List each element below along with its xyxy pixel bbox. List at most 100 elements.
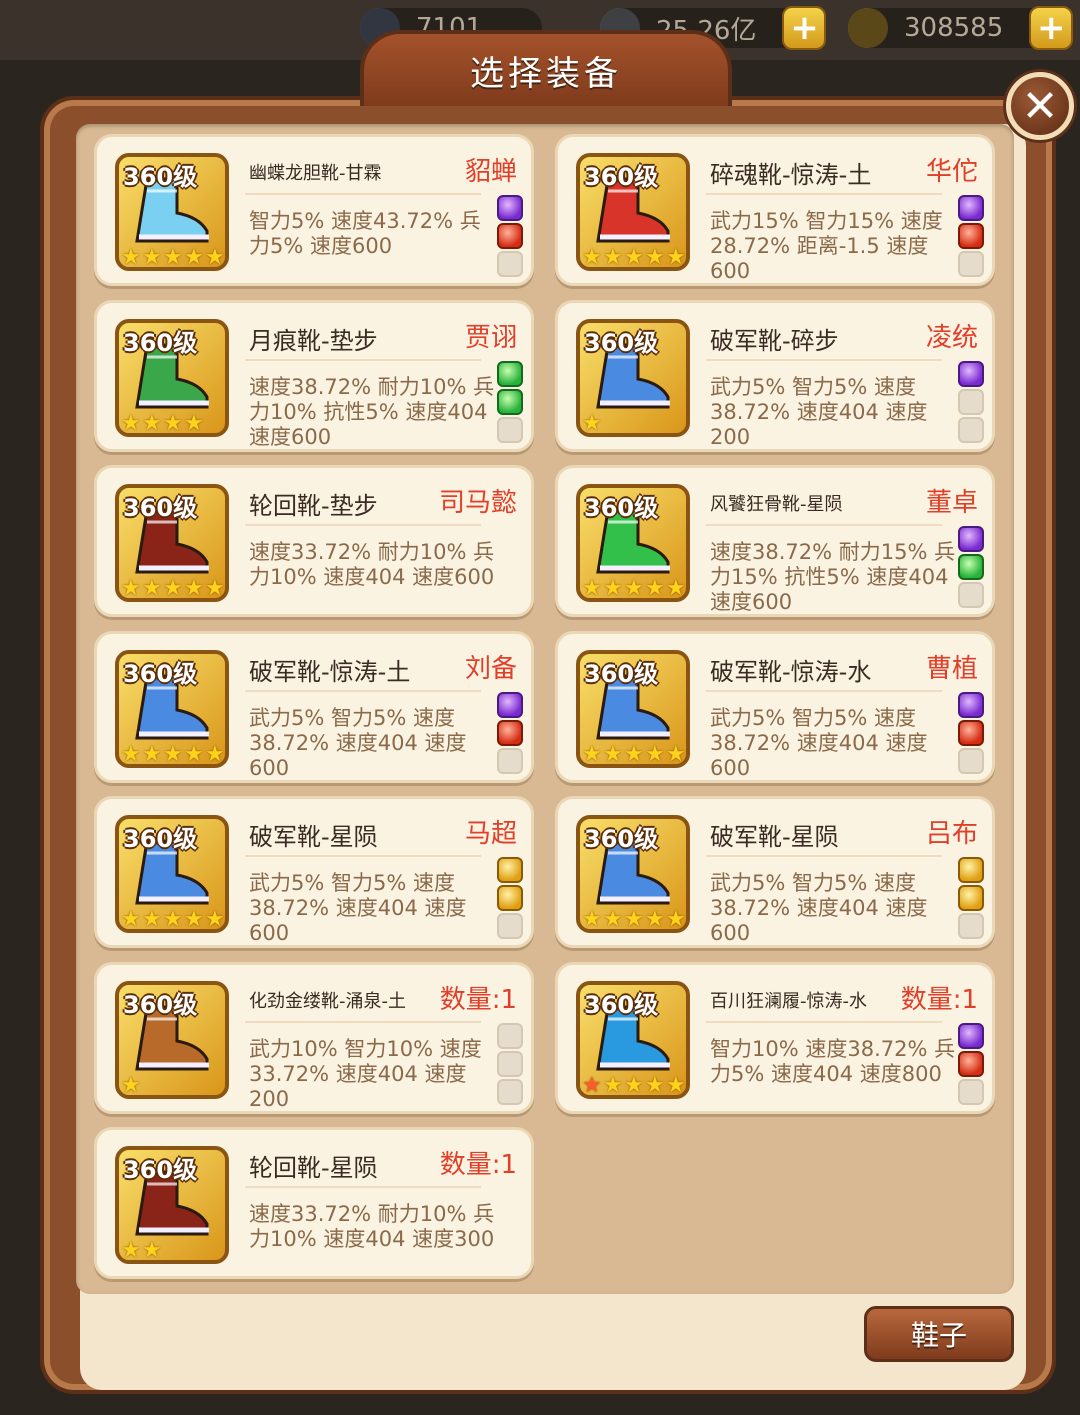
divider bbox=[245, 1021, 481, 1023]
equipment-attributes: 武力5% 智力5% 速度38.72% 速度404 速度600 bbox=[710, 871, 928, 945]
star-icon: ★ bbox=[205, 576, 225, 601]
level-badge: 360级 bbox=[584, 825, 659, 853]
equipment-attributes: 智力5% 速度43.72% 兵力5% 速度600 bbox=[249, 209, 481, 258]
equipped-by-label: 董卓 bbox=[925, 488, 978, 518]
add-gold-button[interactable]: + bbox=[1029, 6, 1074, 50]
equipment-card[interactable]: 360级 ★★★★★ 月痕靴-垫步 贾诩速度38.72% 耐力10% 兵力10% 抗性… bbox=[94, 300, 534, 452]
equipment-card[interactable]: 360级 ★ ★ ★ ★ ★ 轮回靴-垫步 司马懿 速度33.72% 耐力10% 兵力10% 速… bbox=[94, 465, 534, 617]
star-rating: ★★★★★ bbox=[121, 1075, 227, 1097]
equipped-by-label: 刘备 bbox=[464, 654, 517, 684]
equipped-by-label: 马超 bbox=[464, 819, 517, 849]
gem-slots bbox=[497, 195, 525, 279]
star-icon: ★ bbox=[645, 742, 665, 767]
divider bbox=[706, 1021, 942, 1023]
equipment-card[interactable]: 360级 ★ ★ ★ ★ ★ 碎魂靴-惊涛-土 华佗 武力15% 智力15% 速度28.72% … bbox=[555, 134, 995, 286]
star-icon: ★ bbox=[582, 245, 602, 270]
star-icon: ★ bbox=[603, 1073, 623, 1098]
empty-gem-slot-icon bbox=[958, 389, 984, 415]
equipped-by-label: 貂蝉 bbox=[464, 157, 517, 187]
gem-slots bbox=[958, 195, 986, 279]
level-badge: 360级 bbox=[584, 329, 659, 357]
gold-gem-icon bbox=[958, 857, 984, 883]
star-icon: ★ bbox=[121, 742, 141, 767]
star-icon: ★ bbox=[624, 907, 644, 932]
star-icon: ★ bbox=[603, 245, 623, 270]
star-icon: ★ bbox=[121, 411, 141, 436]
star-icon: ★ bbox=[603, 742, 623, 767]
star-icon: ★ bbox=[163, 411, 183, 436]
gem-slots bbox=[958, 692, 986, 776]
level-badge: 360级 bbox=[123, 329, 198, 357]
star-rating: ★★★★★ bbox=[121, 744, 227, 766]
equipment-icon: 360级★★★★★ bbox=[576, 153, 690, 271]
empty-gem-slot-icon bbox=[958, 913, 984, 939]
level-badge: 360级 bbox=[123, 1156, 198, 1184]
star-icon: ★ bbox=[205, 742, 225, 767]
equipment-attributes: 速度33.72% 耐力10% 兵力10% 速度404 速度600 bbox=[249, 540, 495, 589]
level-badge: 360级 bbox=[584, 660, 659, 688]
equipment-name: 破军靴-星陨 bbox=[249, 823, 378, 851]
star-icon: ★ bbox=[142, 245, 162, 270]
red-gem-icon bbox=[958, 223, 984, 249]
equipment-attributes: 智力10% 速度38.72% 兵力5% 速度404 速度800 bbox=[710, 1037, 956, 1086]
equipment-card[interactable]: 360级 ★ ★ ★ ★ ★ 风饕狂骨靴-星陨 董卓速度38.72% 耐力15% 兵力15% … bbox=[555, 465, 995, 617]
add-silver-button[interactable]: + bbox=[782, 6, 827, 50]
star-rating: ★★★★★ bbox=[582, 247, 688, 269]
star-icon: ★ bbox=[142, 742, 162, 767]
equipment-icon: 360级★★★★★ bbox=[576, 981, 690, 1099]
star-icon: ★ bbox=[163, 576, 183, 601]
gold-gem-icon bbox=[958, 885, 984, 911]
equipment-icon: 360级★★★★★ bbox=[115, 981, 229, 1099]
equipment-name: 风饕狂骨靴-星陨 bbox=[710, 494, 843, 515]
star-icon: ★ bbox=[666, 742, 686, 767]
purple-gem-icon bbox=[958, 1023, 984, 1049]
divider bbox=[245, 193, 481, 195]
equipment-icon: 360级★★★★★ bbox=[115, 153, 229, 271]
equipment-card[interactable]: 360级 ★ ★ ★ ★ ★ 幽蝶龙胆靴-甘霖 貂蝉 智力5% 速度43.72% 兵力5% 速度… bbox=[94, 134, 534, 286]
star-icon: ★ bbox=[184, 742, 204, 767]
star-icon: ★ bbox=[666, 576, 686, 601]
equipment-card[interactable]: 360级 ★★★★★ 破军靴-碎步 凌统武力5% 智力5% 速度38.72% 速度40… bbox=[555, 300, 995, 452]
equipment-card[interactable]: 360级 ★★★★★ 化劲金缕靴-涌泉-土 数量:1 武力10% 智力10% 速度33.… bbox=[94, 962, 534, 1114]
star-icon: ★ bbox=[163, 742, 183, 767]
close-icon: ✕ bbox=[1021, 80, 1059, 132]
equipment-attributes: 速度38.72% 耐力15% 兵力15% 抗性5% 速度404 速度600 bbox=[710, 540, 956, 614]
divider bbox=[245, 690, 481, 692]
level-badge: 360级 bbox=[123, 825, 198, 853]
empty-gem-slot-icon bbox=[497, 1079, 523, 1105]
star-icon: ★ bbox=[645, 1073, 665, 1098]
star-rating: ★★★★★ bbox=[121, 909, 227, 931]
equipment-card[interactable]: 360级 ★ ★ ★ ★ ★ 破军靴-星陨 吕布 武力5% 智力5% 速度38.72% 速度40… bbox=[555, 796, 995, 948]
star-icon: ★ bbox=[624, 742, 644, 767]
divider bbox=[706, 855, 942, 857]
equipment-attributes: 武力5% 智力5% 速度38.72% 速度404 速度600 bbox=[249, 871, 467, 945]
purple-gem-icon bbox=[497, 195, 523, 221]
equipment-card[interactable]: 360级 ★★★★★ 轮回靴-星陨 数量:1 速度33.72% 耐力10% 兵力10% … bbox=[94, 1127, 534, 1279]
empty-gem-slot-icon bbox=[497, 251, 523, 277]
star-icon: ★ bbox=[666, 1073, 686, 1098]
empty-gem-slot-icon bbox=[958, 251, 984, 277]
star-rating: ★★★★★ bbox=[121, 1240, 227, 1262]
star-icon: ★ bbox=[582, 411, 602, 436]
star-rating: ★★★★★ bbox=[121, 247, 227, 269]
equipment-attributes: 速度33.72% 耐力10% 兵力10% 速度404 速度300 bbox=[249, 1202, 495, 1251]
equipment-icon: 360级★★★★★ bbox=[576, 484, 690, 602]
equipment-card[interactable]: 360级 ★ ★ ★ ★ ★ 破军靴-星陨 马超武力5% 智力5% 速度38.72% 速度40… bbox=[94, 796, 534, 948]
gem-slots bbox=[958, 857, 986, 941]
empty-gem-slot-icon bbox=[958, 748, 984, 774]
category-shoes-button[interactable]: 鞋子 bbox=[864, 1306, 1014, 1362]
equipment-name: 破军靴-惊涛-土 bbox=[249, 658, 411, 686]
equipment-card[interactable]: 360级 ★ ★ ★ ★ ★ 百川狂澜履-惊涛-水 数量:1 智力10% 速度38.72% 兵力… bbox=[555, 962, 995, 1114]
equipment-icon: 360级★★★★★ bbox=[576, 650, 690, 768]
empty-gem-slot-icon bbox=[958, 582, 984, 608]
star-icon: ★ bbox=[184, 411, 204, 436]
equipment-name: 破军靴-碎步 bbox=[710, 327, 839, 355]
purple-gem-icon bbox=[497, 692, 523, 718]
equipment-card[interactable]: 360级 ★ ★ ★ ★ ★ 破军靴-惊涛-水 曹植 武力5% 智力5% 速度38.72% 速度… bbox=[555, 631, 995, 783]
close-button[interactable]: ✕ bbox=[1006, 72, 1074, 140]
equipment-name: 化劲金缕靴-涌泉-土 bbox=[249, 991, 406, 1012]
divider bbox=[706, 193, 942, 195]
equipment-icon: 360级★★★★★ bbox=[576, 319, 690, 437]
equipment-attributes: 武力5% 智力5% 速度38.72% 速度404 速度600 bbox=[710, 706, 928, 780]
equipment-card[interactable]: 360级 ★ ★ ★ ★ ★ 破军靴-惊涛-土 刘备 武力5% 智力5% 速度38.72% 速度… bbox=[94, 631, 534, 783]
